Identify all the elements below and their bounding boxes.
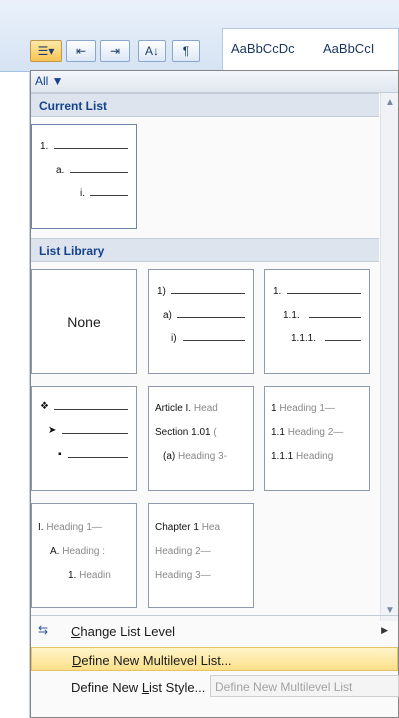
- command-label: Define New Multilevel List...: [72, 653, 232, 668]
- level-line: [68, 457, 128, 458]
- level-label: a): [163, 310, 172, 321]
- level-line: [325, 340, 361, 341]
- level-label: Heading 3—: [155, 570, 211, 581]
- level-line: [309, 317, 361, 318]
- level-label: 1 Heading 1—: [271, 403, 335, 414]
- ribbon: ☰▾ ⇤ ⇥ A↓ ¶ AaBbCcDc AaBbCcI: [0, 0, 399, 72]
- level-line: [177, 317, 245, 318]
- command-label: Change List Level: [71, 624, 176, 639]
- tooltip: Define New Multilevel List: [210, 675, 399, 697]
- change-level-icon: ⇆: [38, 623, 49, 637]
- level-label: 1.1.1.: [291, 333, 317, 344]
- document-area: [0, 72, 30, 718]
- level-label: A. Heading :: [50, 546, 106, 557]
- current-list-tile[interactable]: 1. a. i.: [31, 124, 137, 229]
- list-style-heading-numbered-tile[interactable]: 1 Heading 1— 1.1 Heading 2— 1.1.1 Headin…: [264, 386, 370, 491]
- list-style-paren-tile[interactable]: 1) a) i): [148, 269, 254, 374]
- level-label: 1.1.: [283, 310, 300, 321]
- none-label: None: [67, 314, 101, 330]
- level-line: [90, 195, 128, 196]
- level-line: [54, 148, 128, 149]
- square-bullet-icon: ▪: [58, 449, 62, 460]
- sort-button[interactable]: A↓: [138, 40, 166, 62]
- level-label: Heading 2—: [155, 546, 211, 557]
- level-line: [171, 293, 245, 294]
- list-style-none-tile[interactable]: None: [31, 269, 137, 374]
- change-list-level-command[interactable]: ⇆ Change List Level ▶: [31, 619, 398, 643]
- level-label: (a) Heading 3-: [163, 451, 227, 462]
- multilevel-list-icon: ☰▾: [37, 44, 55, 58]
- command-label: Define New List Style...: [71, 680, 206, 695]
- level-line: [70, 172, 128, 173]
- level-label: 1.1.1 Heading: [271, 451, 334, 462]
- level-line: [62, 433, 128, 434]
- diamond-bullet-icon: ❖: [40, 401, 49, 412]
- level-label: I. Heading 1—: [38, 522, 102, 533]
- style-chip[interactable]: AaBbCcDc: [231, 41, 295, 56]
- list-style-bullets-tile[interactable]: ❖ ➤ ▪: [31, 386, 137, 491]
- level-label: 1.: [40, 141, 49, 152]
- menu-separator: [31, 615, 398, 616]
- list-style-decimal-tile[interactable]: 1. 1.1. 1.1.1.: [264, 269, 370, 374]
- style-chip[interactable]: AaBbCcI: [323, 41, 374, 56]
- list-style-article-tile[interactable]: Article I. Head Section 1.01 ( (a) Headi…: [148, 386, 254, 491]
- sort-icon: A↓: [144, 44, 159, 58]
- level-label: 1. Headin: [68, 570, 111, 581]
- decrease-indent-icon: ⇤: [75, 44, 87, 58]
- level-line: [54, 409, 128, 410]
- scroll-up-icon[interactable]: ▲: [385, 97, 395, 108]
- show-hide-button[interactable]: ¶: [172, 40, 200, 62]
- level-label: i.: [80, 188, 85, 199]
- level-label: Article I. Head: [155, 403, 218, 414]
- current-list-heading: Current List: [31, 93, 379, 117]
- filter-bar: All ▼: [31, 71, 398, 93]
- gallery-scroll-area: Current List 1. a. i. List Library None …: [31, 93, 398, 621]
- increase-indent-button[interactable]: ⇥: [100, 40, 130, 62]
- level-label: Section 1.01 (: [155, 427, 217, 438]
- multilevel-list-button[interactable]: ☰▾: [30, 40, 62, 62]
- pilcrow-icon: ¶: [182, 44, 190, 58]
- style-gallery[interactable]: AaBbCcDc AaBbCcI: [222, 28, 399, 72]
- list-library-heading: List Library: [31, 238, 379, 262]
- decrease-indent-button[interactable]: ⇤: [66, 40, 96, 62]
- submenu-arrow-icon: ▶: [381, 625, 388, 635]
- level-label: Chapter 1 Hea: [155, 522, 221, 533]
- level-line: [287, 293, 361, 294]
- level-label: i): [171, 333, 177, 344]
- level-line: [183, 340, 245, 341]
- gallery-scrollbar[interactable]: ▲ ▼: [380, 93, 398, 621]
- multilevel-list-menu: All ▼ Current List 1. a. i. List Library…: [30, 70, 399, 718]
- level-label: 1): [157, 286, 166, 297]
- list-style-chapter-tile[interactable]: Chapter 1 Hea Heading 2— Heading 3—: [148, 503, 254, 608]
- filter-dropdown[interactable]: All ▼: [35, 74, 64, 88]
- level-label: a.: [56, 165, 65, 176]
- list-style-roman-heading-tile[interactable]: I. Heading 1— A. Heading : 1. Headin: [31, 503, 137, 608]
- define-new-multilevel-list-command[interactable]: Define New Multilevel List...: [31, 647, 398, 671]
- arrow-bullet-icon: ➤: [48, 425, 57, 436]
- level-label: 1.1 Heading 2—: [271, 427, 344, 438]
- increase-indent-icon: ⇥: [109, 44, 121, 58]
- level-label: 1.: [273, 286, 282, 297]
